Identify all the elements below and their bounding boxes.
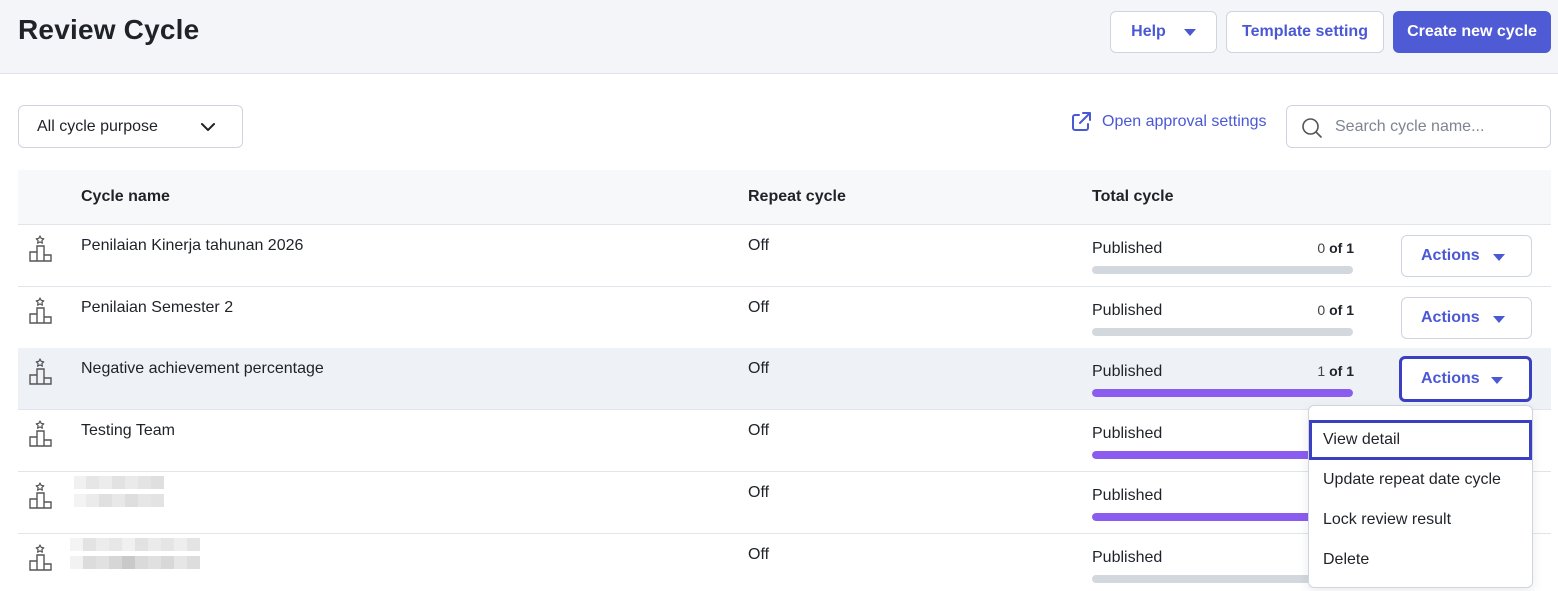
progress-bar <box>1092 266 1353 274</box>
cycle-count: 0 of 1 <box>1317 302 1354 318</box>
table-row[interactable]: Penilaian Semester 2 Off Published 0 of … <box>18 287 1551 349</box>
redacted-cycle-name <box>70 538 200 569</box>
status-text: Published <box>1092 549 1163 566</box>
menu-item-lock-review-result[interactable]: Lock review result <box>1309 500 1532 540</box>
create-new-cycle-label: Create new cycle <box>1407 23 1537 40</box>
menu-item-update-repeat-date-cycle[interactable]: Update repeat date cycle <box>1309 460 1532 500</box>
cycle-name: Testing Team <box>81 422 175 439</box>
repeat-cycle-value: Off <box>748 237 770 254</box>
redacted-cycle-name <box>74 476 164 507</box>
help-button[interactable]: Help <box>1110 11 1217 53</box>
create-new-cycle-button[interactable]: Create new cycle <box>1393 11 1551 53</box>
cycle-count: 1 of 1 <box>1317 363 1354 379</box>
cycle-name: Negative achievement percentage <box>81 360 324 377</box>
caret-down-icon <box>1493 254 1505 261</box>
cycle-name: Penilaian Kinerja tahunan 2026 <box>81 237 304 254</box>
column-header-repeat-cycle: Repeat cycle <box>748 188 846 205</box>
status-text: Published <box>1092 363 1163 380</box>
repeat-cycle-value: Off <box>748 299 770 316</box>
actions-button[interactable]: Actions <box>1401 297 1532 339</box>
table-row[interactable]: Penilaian Kinerja tahunan 2026 Off Publi… <box>18 225 1551 287</box>
search-input[interactable] <box>1335 114 1540 140</box>
menu-item-delete[interactable]: Delete <box>1309 540 1532 580</box>
page-title: Review Cycle <box>18 14 200 45</box>
cycle-count: 0 of 1 <box>1317 240 1354 256</box>
cycle-name: Penilaian Semester 2 <box>81 299 234 316</box>
search-icon <box>1302 118 1322 138</box>
menu-item-view-detail[interactable]: View detail <box>1309 420 1532 460</box>
cycle-purpose-select[interactable]: All cycle purpose <box>18 105 243 148</box>
cycle-purpose-value: All cycle purpose <box>37 117 158 135</box>
table-header: Cycle name Repeat cycle Total cycle <box>18 170 1551 225</box>
repeat-cycle-value: Off <box>748 546 770 563</box>
column-header-total-cycle: Total cycle <box>1092 188 1174 205</box>
external-link-icon <box>1072 112 1091 131</box>
status-text: Published <box>1092 487 1163 504</box>
actions-button[interactable]: Actions <box>1399 356 1532 402</box>
column-header-cycle-name: Cycle name <box>81 188 170 205</box>
caret-down-icon <box>1491 377 1503 384</box>
progress-bar <box>1092 328 1353 336</box>
podium-icon <box>29 544 52 571</box>
open-approval-settings-link[interactable]: Open approval settings <box>1070 111 1267 133</box>
podium-icon <box>29 297 52 324</box>
template-setting-button[interactable]: Template setting <box>1226 11 1384 53</box>
podium-icon <box>29 420 52 447</box>
chevron-down-icon <box>201 123 215 131</box>
help-label: Help <box>1131 23 1166 40</box>
status-text: Published <box>1092 240 1163 257</box>
status-text: Published <box>1092 425 1163 442</box>
caret-down-icon <box>1493 316 1505 323</box>
podium-icon <box>29 235 52 262</box>
repeat-cycle-value: Off <box>748 422 770 439</box>
progress-bar <box>1092 389 1353 397</box>
template-setting-label: Template setting <box>1242 23 1368 40</box>
page-header: Review Cycle Help Template setting Creat… <box>0 0 1558 74</box>
actions-button[interactable]: Actions <box>1401 235 1532 277</box>
status-text: Published <box>1092 302 1163 319</box>
podium-icon <box>29 358 52 385</box>
search-box <box>1286 105 1551 148</box>
actions-dropdown-menu: View detail Update repeat date cycle Loc… <box>1308 405 1533 588</box>
open-approval-settings-label: Open approval settings <box>1102 113 1267 130</box>
table-row[interactable]: Negative achievement percentage Off Publ… <box>18 348 1551 410</box>
caret-down-icon <box>1183 28 1196 36</box>
podium-icon <box>29 482 52 509</box>
repeat-cycle-value: Off <box>748 360 770 377</box>
repeat-cycle-value: Off <box>748 484 770 501</box>
